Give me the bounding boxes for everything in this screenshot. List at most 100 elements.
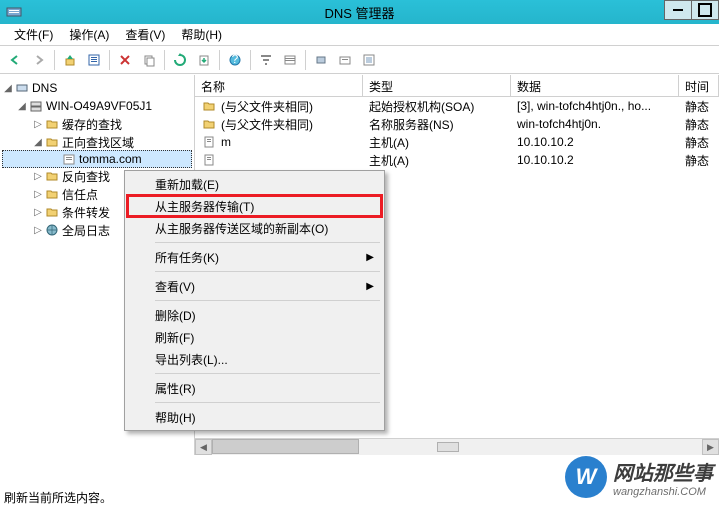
column-headers: 名称 类型 数据 时间: [195, 75, 719, 97]
col-name[interactable]: 名称: [195, 75, 363, 96]
refresh-button[interactable]: [169, 49, 191, 71]
expand-icon[interactable]: ▷: [32, 225, 44, 236]
new-record-button[interactable]: [358, 49, 380, 71]
filter-button[interactable]: [255, 49, 277, 71]
minimize-button[interactable]: [664, 0, 692, 20]
tree-root-dns[interactable]: ◢ DNS: [2, 79, 192, 97]
tree-label: tomma.com: [79, 152, 142, 166]
server-icon: [28, 98, 44, 114]
cell-type: 主机(A): [363, 152, 511, 169]
new-zone-button[interactable]: [334, 49, 356, 71]
cell-type: 主机(A): [363, 134, 511, 151]
tree-label: 条件转发: [62, 204, 110, 221]
cell-name: (与父文件夹相同): [195, 116, 363, 133]
submenu-arrow-icon: ▶: [366, 281, 374, 292]
export-button[interactable]: [193, 49, 215, 71]
status-bar: 刷新当前所选内容。: [4, 489, 112, 506]
table-row[interactable]: (与父文件夹相同)名称服务器(NS)win-tofch4htj0n.静态: [195, 115, 719, 133]
col-data[interactable]: 数据: [511, 75, 679, 96]
ctx-refresh[interactable]: 刷新(F): [127, 326, 382, 348]
cell-time: 静态: [679, 116, 719, 133]
ctx-export[interactable]: 导出列表(L)...: [127, 348, 382, 370]
cell-type: 起始授权机构(SOA): [363, 98, 511, 115]
properties-button[interactable]: [83, 49, 105, 71]
menu-separator: [155, 242, 380, 243]
folder-icon: [44, 186, 60, 202]
tree-server[interactable]: ◢ WIN-O49A9VF05J1: [2, 97, 192, 115]
list-button[interactable]: [279, 49, 301, 71]
copy-button[interactable]: [138, 49, 160, 71]
ctx-properties[interactable]: 属性(R): [127, 377, 382, 399]
cell-name: (与父文件夹相同): [195, 98, 363, 115]
menu-separator: [155, 300, 380, 301]
scroll-track[interactable]: [212, 439, 702, 455]
dns-icon: [14, 80, 30, 96]
menu-view[interactable]: 查看(V): [117, 24, 173, 45]
menu-help[interactable]: 帮助(H): [173, 24, 230, 45]
expand-icon[interactable]: ◢: [16, 101, 28, 112]
col-time[interactable]: 时间: [679, 75, 719, 96]
table-row[interactable]: 主机(A)10.10.10.2静态: [195, 151, 719, 169]
tree-label: 正向查找区域: [62, 134, 134, 151]
ctx-reload[interactable]: 重新加载(E): [127, 173, 382, 195]
back-button[interactable]: [4, 49, 26, 71]
tree-label: WIN-O49A9VF05J1: [46, 99, 152, 113]
scroll-right-button[interactable]: ▶: [702, 439, 719, 455]
tree-label: 反向查找: [62, 168, 110, 185]
watermark-url: wangzhanshi.COM: [613, 486, 713, 498]
menu-separator: [155, 373, 380, 374]
cell-data: [3], win-tofch4htj0n., ho...: [511, 99, 679, 113]
help-button[interactable]: ?: [224, 49, 246, 71]
table-row[interactable]: m主机(A)10.10.10.2静态: [195, 133, 719, 151]
folder-icon: [201, 116, 217, 132]
expand-icon[interactable]: ◢: [32, 137, 44, 148]
folder-icon: [44, 116, 60, 132]
up-button[interactable]: [59, 49, 81, 71]
zone-icon: [61, 151, 77, 167]
horizontal-scrollbar[interactable]: ◀ ▶: [195, 438, 719, 455]
menu-file[interactable]: 文件(F): [6, 24, 61, 45]
submenu-arrow-icon: ▶: [366, 252, 374, 263]
ctx-help[interactable]: 帮助(H): [127, 406, 382, 428]
folder-icon: [201, 98, 217, 114]
window-buttons: [665, 0, 719, 20]
maximize-button[interactable]: [691, 0, 719, 20]
forward-button[interactable]: [28, 49, 50, 71]
context-menu: 重新加载(E) 从主服务器传输(T) 从主服务器传送区域的新副本(O) 所有任务…: [124, 170, 385, 431]
expand-icon[interactable]: ▷: [32, 171, 44, 182]
scroll-marker: [437, 442, 459, 452]
expand-icon[interactable]: ▷: [32, 207, 44, 218]
page-icon: [201, 134, 217, 150]
menu-action[interactable]: 操作(A): [61, 24, 117, 45]
tree-label: 缓存的查找: [62, 116, 122, 133]
window-title: DNS 管理器: [324, 3, 394, 22]
ctx-delete[interactable]: 删除(D): [127, 304, 382, 326]
tree-label: DNS: [32, 81, 57, 95]
ctx-all-tasks[interactable]: 所有任务(K)▶: [127, 246, 382, 268]
cell-name: m: [195, 134, 363, 150]
cell-data: 10.10.10.2: [511, 153, 679, 167]
toolbar: ?: [0, 46, 719, 74]
col-type[interactable]: 类型: [363, 75, 511, 96]
folder-icon: [44, 134, 60, 150]
scroll-thumb[interactable]: [212, 439, 359, 454]
table-row[interactable]: (与父文件夹相同)起始授权机构(SOA)[3], win-tofch4htj0n…: [195, 97, 719, 115]
cell-data: win-tofch4htj0n.: [511, 117, 679, 131]
expand-icon[interactable]: ◢: [2, 83, 14, 94]
expand-icon[interactable]: ▷: [32, 119, 44, 130]
delete-button[interactable]: [114, 49, 136, 71]
ctx-transfer-from-master[interactable]: 从主服务器传输(T): [127, 195, 382, 217]
scroll-left-button[interactable]: ◀: [195, 439, 212, 455]
new-server-button[interactable]: [310, 49, 332, 71]
page-icon: [201, 152, 217, 168]
ctx-view[interactable]: 查看(V)▶: [127, 275, 382, 297]
ctx-new-copy-from-master[interactable]: 从主服务器传送区域的新副本(O): [127, 217, 382, 239]
tree-cache[interactable]: ▷ 缓存的查找: [2, 115, 192, 133]
cell-time: 静态: [679, 98, 719, 115]
cell-time: 静态: [679, 134, 719, 151]
expand-icon[interactable]: ▷: [32, 189, 44, 200]
tree-zone-selected[interactable]: tomma.com: [2, 150, 192, 168]
tree-forward-zones[interactable]: ◢ 正向查找区域: [2, 133, 192, 151]
cell-time: 静态: [679, 152, 719, 169]
watermark-text: 网站那些事: [613, 457, 713, 486]
